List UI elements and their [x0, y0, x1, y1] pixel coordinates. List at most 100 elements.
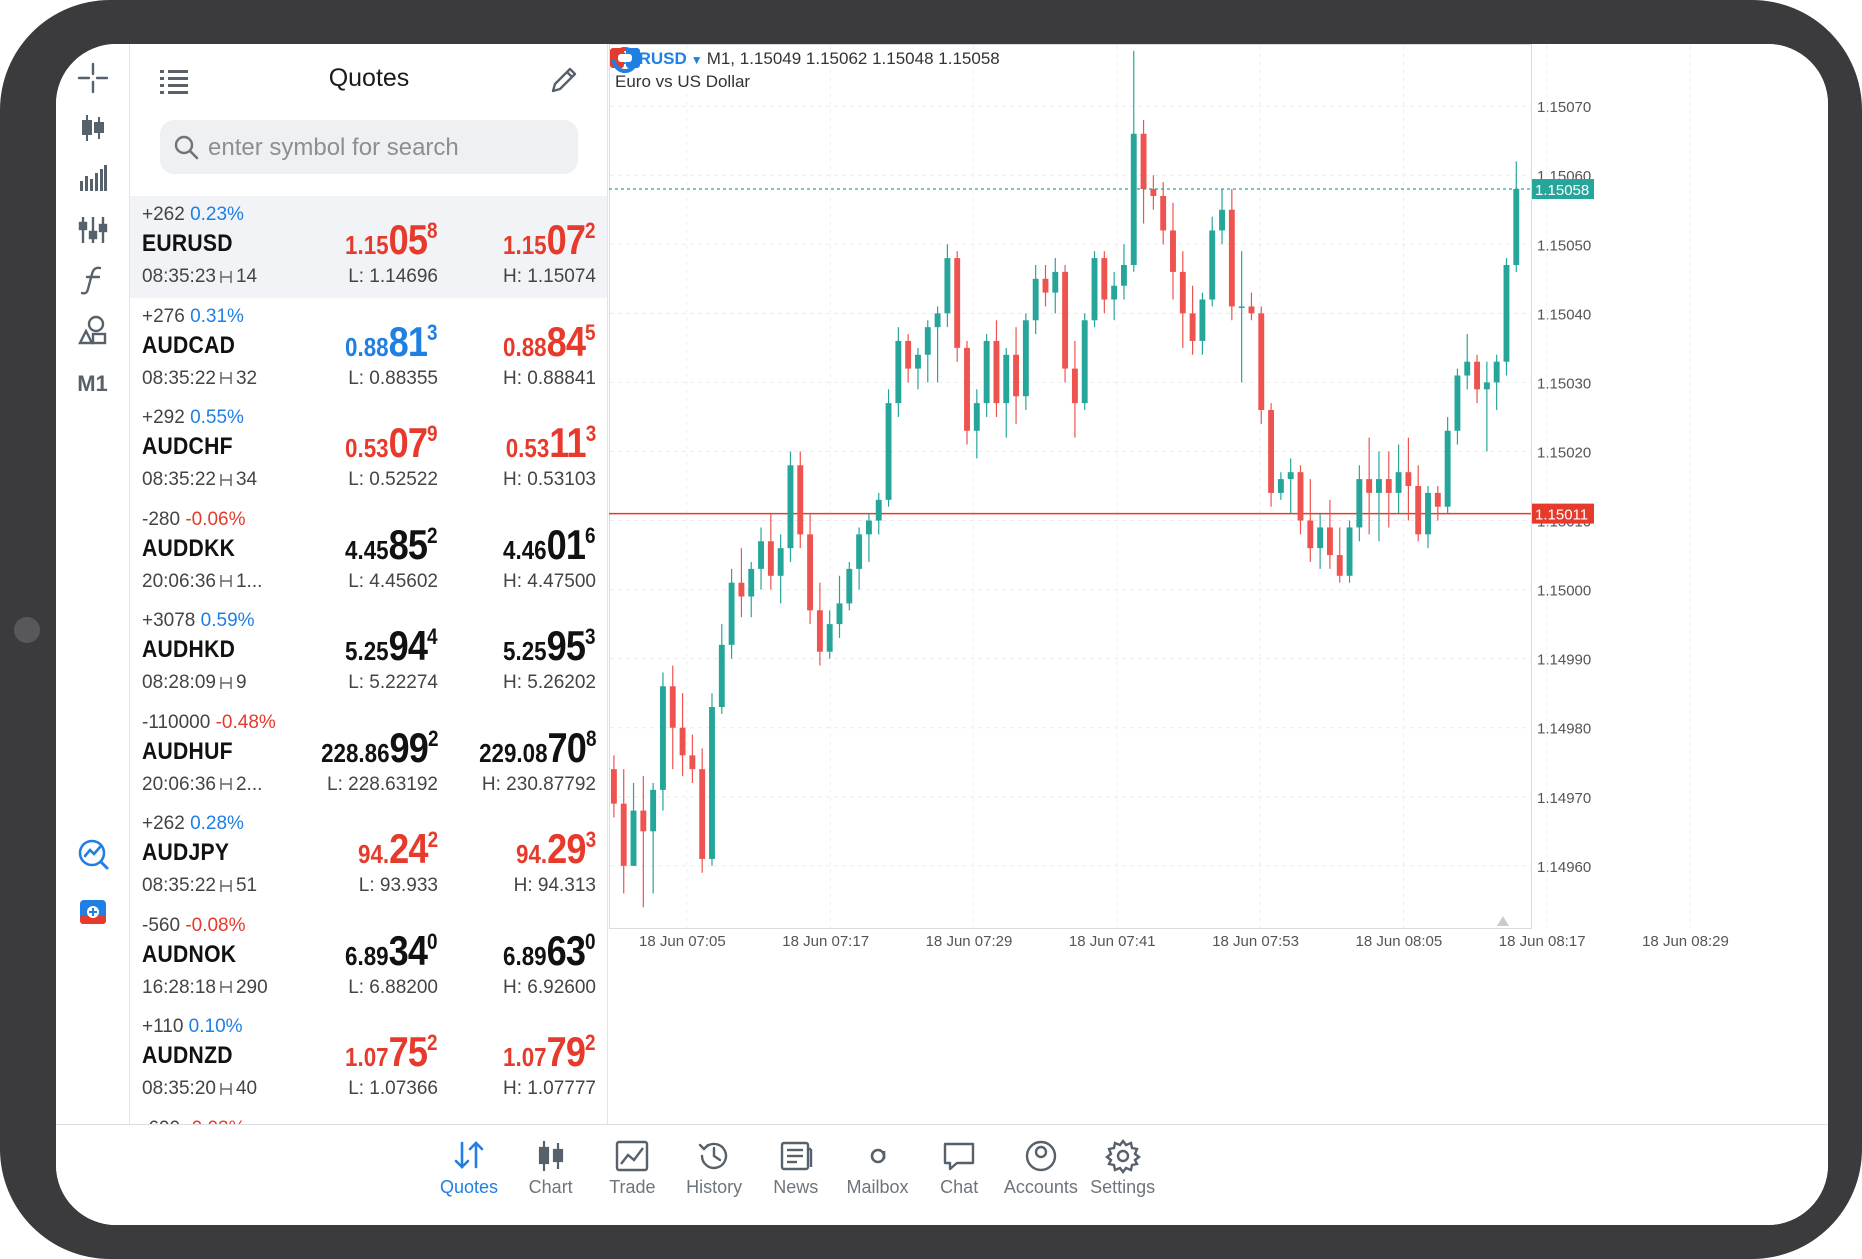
ask-price-pip: 2 [585, 1030, 596, 1055]
quote-time: 16:28:18 290 [142, 977, 268, 999]
ask-price-big: 95 [547, 622, 586, 669]
quote-row-partial[interactable]: -600 -0.03% [130, 1110, 608, 1125]
quote-row-audcad[interactable]: +276 0.31% AUDCAD 08:35:22 32 0.88813 0.88845… [130, 298, 608, 400]
quote-row-audnok[interactable]: -560 -0.08% AUDNOK 16:28:18 290 6.89340 6.896… [130, 907, 608, 1009]
quote-time: 08:35:22 34 [142, 469, 257, 491]
tab-quotes[interactable]: Quotes [424, 1131, 514, 1211]
quote-change: +262 0.28% [142, 813, 244, 835]
quote-time: 20:06:36 2... [142, 774, 262, 796]
indicators-icon[interactable] [56, 206, 129, 254]
candle-body [1474, 361, 1480, 390]
candle [1081, 313, 1088, 411]
objects-icon[interactable] [56, 306, 129, 354]
ask-price-small: 94. [515, 839, 548, 869]
candle-body [1395, 472, 1402, 493]
quote-spread: 1... [235, 570, 263, 592]
time-tick-label: 18 Jun 08:05 [1356, 933, 1443, 950]
one-click-trading-icon[interactable] [56, 888, 129, 936]
edit-pencil-icon[interactable] [548, 64, 580, 96]
quote-row-auddkk[interactable]: -280 -0.06% AUDDKK 20:06:36 1... 4.45852 4.46… [130, 501, 608, 603]
quotes-panel: Quotes +262 0.23%EURUSD08:35:23141.15058… [130, 44, 608, 1124]
mailbox-icon [833, 1137, 923, 1175]
candle-body [1268, 410, 1275, 493]
ask-price-big: 01 [547, 520, 586, 568]
tab-label: Chat [940, 1177, 979, 1197]
quote-change-points: -560 [142, 914, 186, 936]
tablet-frame: M1 Quotes +262 0.23% EURUSD 08:35:23 14 1.15… [0, 0, 1862, 1259]
tab-label: Quotes [439, 1177, 499, 1197]
tab-accounts[interactable]: Accounts [996, 1131, 1086, 1211]
ask-price-pip: 3 [585, 827, 596, 852]
quote-ask-price: 229.08708 [479, 724, 596, 772]
bid-price-pip: 2 [427, 725, 438, 751]
quote-row-audhuf[interactable]: -110000 -0.48% AUDHUF 20:06:36 2... 228.8699… [130, 704, 608, 806]
candle-body [660, 686, 666, 790]
candle-body [836, 603, 843, 625]
candle-body [1493, 361, 1500, 383]
tab-chat[interactable]: Chat [914, 1131, 1004, 1211]
candle-body [993, 340, 1000, 404]
quote-high: H: 230.87792 [481, 773, 596, 795]
bid-price-small: 228.86 [320, 737, 390, 768]
candles-icon[interactable] [56, 104, 129, 152]
search-input[interactable] [206, 128, 570, 168]
candlestick-chart[interactable]: 1.150701.150601.150501.150401.150301.150… [609, 44, 1828, 1124]
candle-body [856, 534, 863, 569]
time-tick-label: 18 Jun 07:17 [782, 933, 869, 950]
quote-high: H: 6.92600 [503, 976, 596, 998]
tab-settings[interactable]: Settings [1078, 1131, 1168, 1211]
function-icon[interactable] [56, 256, 129, 304]
quote-change: -110000 -0.48% [142, 712, 276, 734]
quote-row-audjpy[interactable]: +262 0.28% AUDJPY 08:35:22 51 94.242 94.293 L:… [130, 805, 608, 907]
quote-row-audhkd[interactable]: +3078 0.59% AUDHKD 08:28:09 9 5.25944 5.25953… [130, 602, 608, 704]
symbol-dropdown-icon[interactable]: ▼ [691, 53, 703, 67]
candle-body [640, 810, 647, 832]
quote-row-audnzd[interactable]: +110 0.10% AUDNZD 08:35:20 40 1.07752 1.07792… [130, 1008, 608, 1110]
quote-bid-price: 0.53079 [345, 419, 438, 467]
quote-row-eurusd[interactable]: +262 0.23% EURUSD 08:35:23 14 1.15058 1.15072… [130, 196, 608, 298]
time-tick-label: 18 Jun 07:41 [1069, 933, 1156, 950]
tab-news[interactable]: News [751, 1131, 841, 1211]
candle-body [895, 340, 902, 404]
bid-price-pip: 8 [427, 218, 438, 243]
candle-body [1258, 313, 1265, 411]
quote-spread: 51 [235, 875, 258, 896]
tab-history[interactable]: History [669, 1131, 759, 1211]
price-tick-label: 1.14960 [1537, 859, 1591, 876]
quote-time-value: 08:35:22 [142, 875, 216, 896]
quote-row-audchf[interactable]: +292 0.55% AUDCHF 08:35:22 34 0.53079 0.53113… [130, 399, 608, 501]
spread-icon [216, 571, 236, 592]
candle-body [689, 755, 696, 770]
candle-body [1425, 492, 1431, 535]
candle-body [905, 340, 912, 369]
bid-price-pip: 0 [427, 928, 438, 954]
price-chart[interactable]: 1.15070 1.15060 1.15050 1.15040 1.15030 1.150… [609, 44, 1828, 1124]
candle-body [738, 582, 745, 597]
ask-price-small: 0.88 [503, 331, 548, 362]
tab-label: Accounts [1003, 1177, 1078, 1197]
crosshair-icon[interactable] [56, 54, 129, 102]
bar-chart-icon[interactable] [56, 154, 129, 202]
bid-price-small: 1.07 [345, 1042, 390, 1072]
quote-time: 08:35:23 14 [142, 266, 257, 288]
quote-symbol: AUDHKD [142, 636, 236, 663]
symbol-search[interactable] [160, 120, 578, 174]
trade-signals-icon[interactable] [56, 830, 129, 878]
tab-chart[interactable]: Chart [506, 1131, 596, 1211]
tab-trade[interactable]: Trade [587, 1131, 677, 1211]
ask-price-big: 84 [547, 317, 586, 365]
indicator-status-icon[interactable] [609, 44, 641, 76]
candle [1444, 416, 1451, 514]
timeframe-button[interactable]: M1 [56, 360, 129, 408]
bid-price-pip: 4 [427, 624, 438, 649]
chart-info-line: EURUSD ▼ M1, 1.15049 1.15062 1.15048 1.150… [615, 49, 1000, 69]
quote-change: +110 0.10% [142, 1016, 243, 1038]
bid-price-big: 85 [389, 520, 428, 568]
price-tick-label: 1.15040 [1537, 306, 1591, 323]
candle-body [1434, 492, 1441, 507]
candle-body [1091, 258, 1098, 321]
candle-body [1160, 195, 1167, 231]
candle-body [1179, 271, 1186, 314]
quote-ask-price: 1.07792 [503, 1028, 596, 1076]
tab-mailbox[interactable]: Mailbox [833, 1131, 923, 1211]
